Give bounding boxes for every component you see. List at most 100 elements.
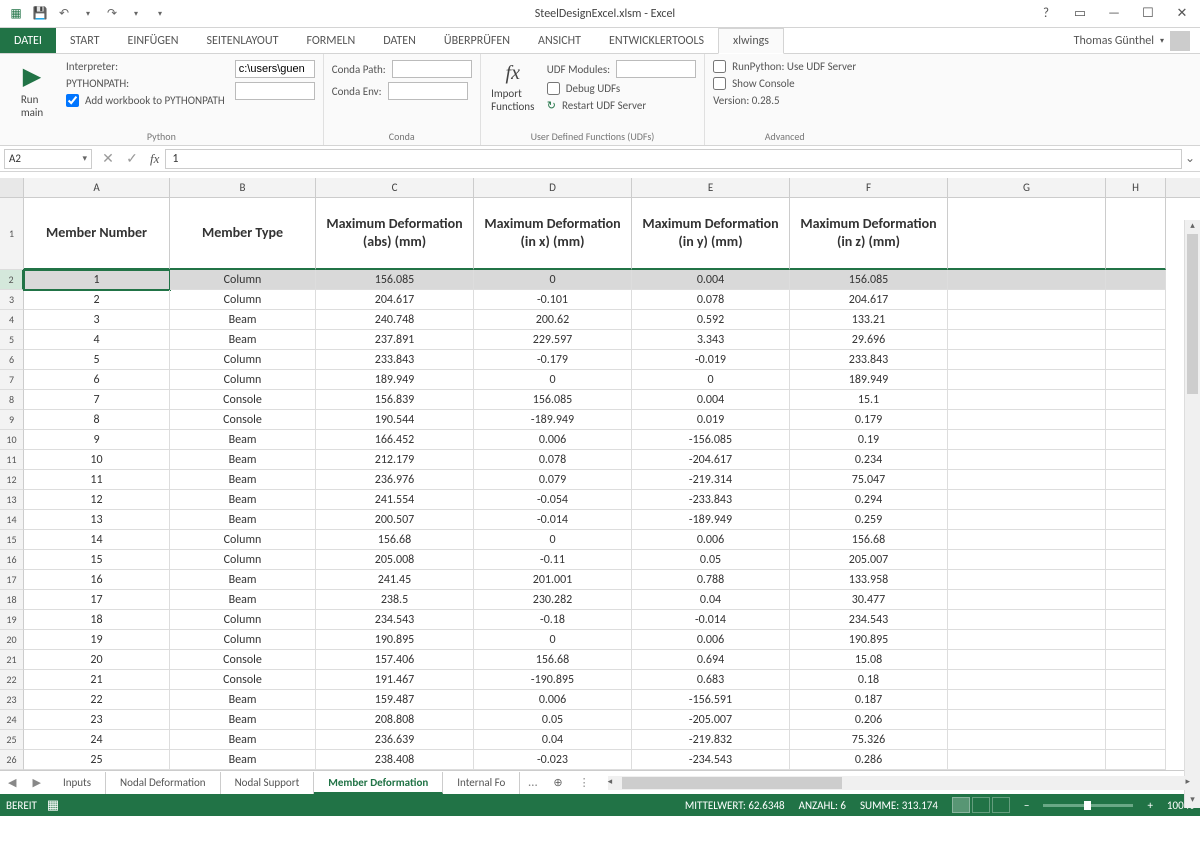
cell[interactable]: -0.014 (474, 510, 632, 530)
redo-button[interactable]: ↷ (102, 4, 122, 24)
maximize-button[interactable]: ☐ (1136, 3, 1160, 25)
row-header-11[interactable]: 11 (0, 450, 24, 470)
cell[interactable]: 0.006 (474, 690, 632, 710)
cell[interactable]: 236.976 (316, 470, 474, 490)
sheet-tab-inputs[interactable]: Inputs (49, 772, 106, 794)
cell[interactable]: 0.05 (632, 550, 790, 570)
undo-dd[interactable]: ▾ (78, 4, 98, 24)
cell[interactable] (1106, 750, 1166, 770)
cell[interactable]: 240.748 (316, 310, 474, 330)
cell[interactable]: 238.5 (316, 590, 474, 610)
cell[interactable]: 0.286 (790, 750, 948, 770)
cell[interactable]: 2 (24, 290, 170, 310)
help-button[interactable]: ? (1034, 3, 1058, 25)
cell[interactable]: 236.639 (316, 730, 474, 750)
cell[interactable]: 241.554 (316, 490, 474, 510)
cell[interactable] (948, 730, 1106, 750)
cell[interactable]: 0.006 (474, 430, 632, 450)
cell[interactable] (948, 610, 1106, 630)
cell[interactable]: Beam (170, 310, 316, 330)
cell[interactable]: 0.18 (790, 670, 948, 690)
cell[interactable] (948, 470, 1106, 490)
cell[interactable] (948, 690, 1106, 710)
qat-customize[interactable]: ▾ (150, 4, 170, 24)
row-header-13[interactable]: 13 (0, 490, 24, 510)
tab-xlwings[interactable]: xlwings (718, 28, 784, 54)
cell[interactable]: 11 (24, 470, 170, 490)
cell[interactable]: 159.487 (316, 690, 474, 710)
cancel-button[interactable]: ✕ (96, 150, 120, 167)
header-cell[interactable]: Maximum Deformation (in x) (mm) (474, 198, 632, 270)
tab-einfügen[interactable]: EINFÜGEN (113, 28, 192, 53)
cell[interactable] (1106, 350, 1166, 370)
row-header-8[interactable]: 8 (0, 390, 24, 410)
cell[interactable]: Beam (170, 710, 316, 730)
cell[interactable]: 0.04 (474, 730, 632, 750)
cell[interactable]: 0.019 (632, 410, 790, 430)
cell[interactable]: 0.078 (474, 450, 632, 470)
column-header-F[interactable]: F (790, 178, 948, 197)
cell[interactable]: 20 (24, 650, 170, 670)
cell[interactable]: 0.006 (632, 530, 790, 550)
cell[interactable]: 0 (474, 370, 632, 390)
column-header-D[interactable]: D (474, 178, 632, 197)
row-header-18[interactable]: 18 (0, 590, 24, 610)
cell[interactable]: 3.343 (632, 330, 790, 350)
cell[interactable]: 24 (24, 730, 170, 750)
cell[interactable]: 30.477 (790, 590, 948, 610)
row-header-5[interactable]: 5 (0, 330, 24, 350)
row-header-14[interactable]: 14 (0, 510, 24, 530)
cell[interactable]: 205.008 (316, 550, 474, 570)
conda-env-input[interactable] (388, 82, 468, 100)
cell[interactable]: 241.45 (316, 570, 474, 590)
sheet-tab-nodal-deformation[interactable]: Nodal Deformation (106, 772, 221, 794)
row-header-10[interactable]: 10 (0, 430, 24, 450)
cell[interactable]: Column (170, 370, 316, 390)
cell[interactable]: 156.085 (790, 270, 948, 290)
cell[interactable] (948, 450, 1106, 470)
cell[interactable]: -233.843 (632, 490, 790, 510)
cell[interactable]: Column (170, 550, 316, 570)
row-header-12[interactable]: 12 (0, 470, 24, 490)
row-header-1[interactable]: 1 (0, 198, 24, 270)
expand-formula-bar[interactable]: ⌄ (1182, 151, 1198, 166)
cell[interactable]: 156.839 (316, 390, 474, 410)
cell[interactable]: -0.019 (632, 350, 790, 370)
cell[interactable] (1106, 670, 1166, 690)
row-header-26[interactable]: 26 (0, 750, 24, 770)
cell[interactable] (948, 410, 1106, 430)
cell[interactable] (948, 270, 1106, 290)
cell[interactable]: Console (170, 390, 316, 410)
view-normal-button[interactable] (952, 797, 970, 813)
cell[interactable]: Column (170, 270, 316, 290)
cell[interactable]: 0.04 (632, 590, 790, 610)
cell[interactable]: 18 (24, 610, 170, 630)
cell[interactable]: -0.054 (474, 490, 632, 510)
cell[interactable] (1106, 630, 1166, 650)
cell[interactable] (1106, 330, 1166, 350)
cell[interactable]: 15.08 (790, 650, 948, 670)
addwb-checkbox[interactable] (66, 94, 79, 107)
cell[interactable]: 201.001 (474, 570, 632, 590)
add-sheet-button[interactable]: ⊕ (545, 776, 570, 789)
cell[interactable] (1106, 430, 1166, 450)
cell[interactable]: 3 (24, 310, 170, 330)
cell[interactable]: 17 (24, 590, 170, 610)
run-server-checkbox[interactable] (713, 60, 726, 73)
cell[interactable] (1106, 370, 1166, 390)
cell[interactable]: 0.694 (632, 650, 790, 670)
row-header-4[interactable]: 4 (0, 310, 24, 330)
cell[interactable]: 205.007 (790, 550, 948, 570)
cell[interactable]: -204.617 (632, 450, 790, 470)
row-header-7[interactable]: 7 (0, 370, 24, 390)
cell[interactable] (1106, 450, 1166, 470)
pythonpath-input[interactable] (235, 82, 315, 100)
cell[interactable]: 0.19 (790, 430, 948, 450)
cell[interactable]: 0.004 (632, 270, 790, 290)
row-header-16[interactable]: 16 (0, 550, 24, 570)
cell[interactable]: 237.891 (316, 330, 474, 350)
cell[interactable]: 12 (24, 490, 170, 510)
cell[interactable]: 0 (474, 530, 632, 550)
select-all-corner[interactable] (0, 178, 24, 197)
tab-seitenlayout[interactable]: SEITENLAYOUT (193, 28, 293, 53)
